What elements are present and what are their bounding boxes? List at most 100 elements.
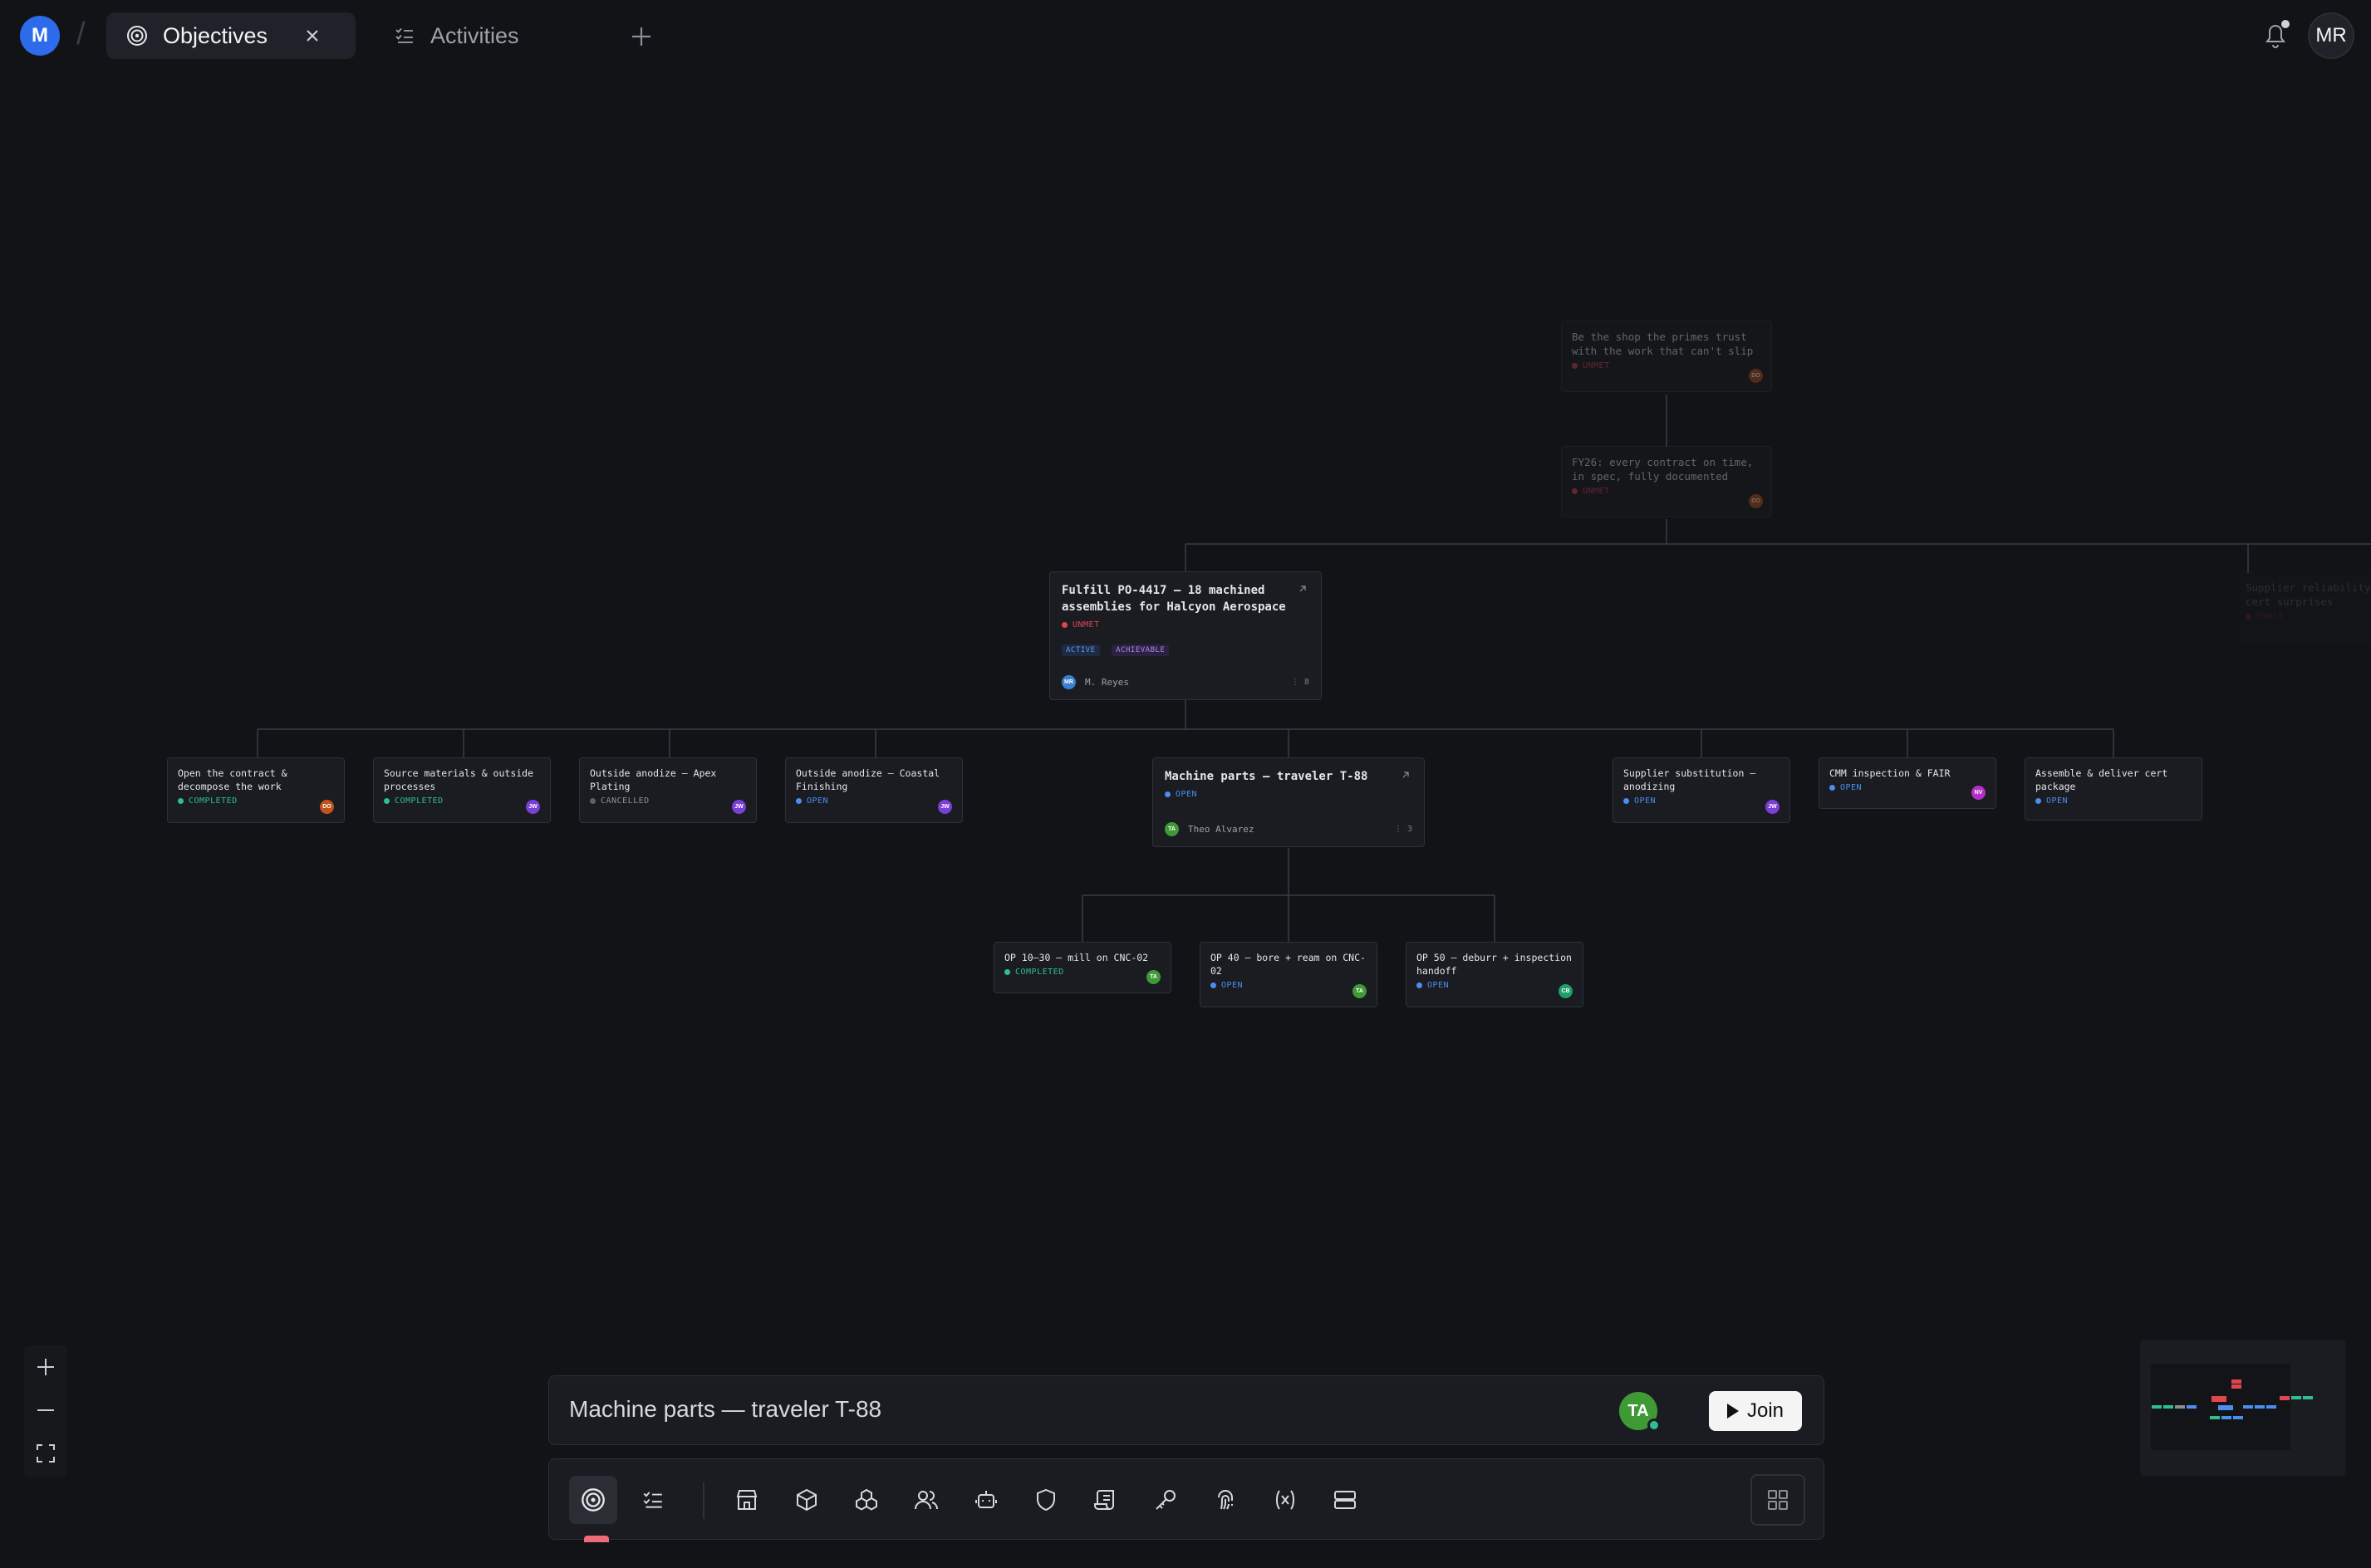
avatar: JW — [938, 800, 952, 814]
node-title: FY26: every contract on time, in spec, f… — [1572, 456, 1754, 483]
node-title: Fulfill PO-4417 — 18 machined assemblies… — [1062, 584, 1286, 614]
zoom-controls — [24, 1345, 67, 1477]
child-node[interactable]: Outside anodize — Apex Plating CANCELLED… — [579, 757, 757, 823]
op-node[interactable]: OP 40 — bore + ream on CNC-02 OPEN TA — [1200, 942, 1377, 1007]
fingerprint-icon — [1218, 1490, 1233, 1510]
package-icon — [797, 1488, 817, 1512]
scroll-icon — [1094, 1490, 1114, 1510]
avatar: JW — [732, 800, 746, 814]
child-count: ⋮ 8 — [1290, 678, 1309, 687]
toolbar-activities-button[interactable] — [629, 1476, 677, 1524]
node-title: OP 40 — bore + ream on CNC-02 — [1210, 952, 1366, 977]
node-title: Outside anodize — Coastal Finishing — [796, 767, 940, 792]
node-title: Machine parts — traveler T-88 — [1165, 770, 1368, 783]
status-badge: COMPLETED — [1015, 968, 1064, 977]
toolbar-separator — [703, 1482, 704, 1519]
grid-icon — [1768, 1490, 1788, 1510]
status-badge: UNMET — [1583, 487, 1610, 496]
status-badge: OPEN — [1176, 790, 1198, 799]
key-icon — [1156, 1490, 1176, 1510]
fullscreen-icon — [37, 1444, 55, 1463]
variable-icon — [1276, 1490, 1294, 1510]
avatar: DO — [1749, 494, 1763, 508]
avatar: JW — [1765, 800, 1779, 814]
status-badge: OPEN — [807, 796, 829, 806]
play-icon — [1726, 1404, 1739, 1419]
bottom-toolbar — [548, 1458, 1824, 1542]
traveler-node[interactable]: Machine parts — traveler T-88 OPEN TA Th… — [1152, 757, 1425, 847]
status-badge: CANCELLED — [601, 796, 650, 806]
node-title: Outside anodize — Apex Plating — [590, 767, 717, 792]
node-title: OP 50 — deburr + inspection handoff — [1416, 952, 1572, 977]
node-title: Supplier reliability — cert surprises — [2246, 581, 2371, 608]
status-badge: OPEN — [1634, 796, 1657, 806]
avatar: NV — [1971, 786, 1986, 800]
session-title: Machine parts — traveler T-88 — [569, 1396, 882, 1422]
toolbar-scroll-button[interactable] — [1082, 1476, 1130, 1524]
status-badge: OPEN — [1427, 981, 1450, 990]
users-icon — [915, 1491, 938, 1510]
minimap-nodes — [2152, 1379, 2313, 1419]
avatar: CB — [1559, 984, 1573, 998]
side-goal-node[interactable]: Supplier reliability — cert surprises UN… — [2235, 571, 2371, 643]
toolbar-cubes-button[interactable] — [842, 1476, 891, 1524]
toolbar-package-button[interactable] — [783, 1476, 831, 1524]
status-badge: COMPLETED — [189, 796, 238, 806]
toolbar-key-button[interactable] — [1141, 1476, 1190, 1524]
op-node[interactable]: OP 50 — deburr + inspection handoff OPEN… — [1406, 942, 1583, 1007]
zoom-in-button[interactable] — [24, 1345, 67, 1389]
minus-icon — [37, 1409, 54, 1411]
owner-avatar: TA — [1165, 822, 1179, 836]
node-title: Be the shop the primes trust with the wo… — [1572, 331, 1754, 357]
main-objective-node[interactable]: Fulfill PO-4417 — 18 machined assemblies… — [1049, 571, 1322, 700]
avatar: DO — [1749, 369, 1763, 383]
node-title: OP 10–30 — mill on CNC-02 — [1004, 952, 1149, 963]
toolbar-users-button[interactable] — [902, 1476, 950, 1524]
session-banner: Machine parts — traveler T-88 CB — [548, 1375, 1824, 1445]
checklist-icon — [643, 1492, 662, 1508]
status-badge: COMPLETED — [395, 796, 444, 806]
op-node[interactable]: OP 10–30 — mill on CNC-02 COMPLETED TA — [994, 942, 1171, 993]
vision-node[interactable]: Be the shop the primes trust with the wo… — [1561, 321, 1772, 392]
toolbar-shield-button[interactable] — [1022, 1476, 1070, 1524]
toolbar-server-button[interactable] — [1321, 1476, 1369, 1524]
status-badge: OPEN — [1840, 783, 1863, 792]
server-icon — [1334, 1491, 1356, 1509]
child-node[interactable]: Open the contract & decompose the work C… — [167, 757, 345, 823]
toolbar-objectives-button[interactable] — [569, 1476, 617, 1524]
node-title: CMM inspection & FAIR — [1829, 767, 1951, 779]
child-node[interactable]: Supplier substitution — anodizing OPEN J… — [1613, 757, 1790, 823]
plus-icon — [37, 1359, 54, 1375]
join-button[interactable]: Join — [1709, 1391, 1802, 1431]
avatar: TA — [1352, 984, 1367, 998]
avatar: TA — [1146, 970, 1161, 984]
goal-node[interactable]: FY26: every contract on time, in spec, f… — [1561, 446, 1772, 517]
child-count: ⋮ 3 — [1393, 825, 1412, 834]
tag-active: ACTIVE — [1062, 644, 1100, 656]
cubes-icon — [856, 1488, 877, 1511]
node-title: Supplier substitution — anodizing — [1623, 767, 1756, 792]
open-external-icon[interactable] — [1401, 770, 1411, 780]
target-icon — [582, 1488, 605, 1512]
toolbar-storefront-button[interactable] — [723, 1476, 771, 1524]
child-node[interactable]: Assemble & deliver cert package OPEN — [2025, 757, 2202, 821]
toolbar-robot-button[interactable] — [962, 1476, 1010, 1524]
zoom-out-button[interactable] — [24, 1389, 67, 1432]
join-label: Join — [1746, 1399, 1784, 1422]
status-badge: UNMET — [2256, 612, 2284, 621]
status-badge: OPEN — [1221, 981, 1244, 990]
child-node[interactable]: CMM inspection & FAIR OPEN NV — [1819, 757, 1996, 809]
node-title: Assemble & deliver cert package — [2035, 767, 2168, 792]
child-node[interactable]: Source materials & outside processes COM… — [373, 757, 551, 823]
owner-name: M. Reyes — [1085, 677, 1129, 688]
status-badge: OPEN — [2046, 796, 2069, 806]
fit-view-button[interactable] — [24, 1432, 67, 1475]
child-node[interactable]: Outside anodize — Coastal Finishing OPEN… — [785, 757, 963, 823]
toolbar-variable-button[interactable] — [1261, 1476, 1309, 1524]
status-badge: UNMET — [1073, 620, 1100, 630]
toolbar-grid-button[interactable] — [1750, 1474, 1805, 1526]
toolbar-fingerprint-button[interactable] — [1201, 1476, 1249, 1524]
storefront-icon — [736, 1490, 758, 1510]
online-indicator — [1647, 1419, 1661, 1432]
open-external-icon[interactable] — [1298, 584, 1308, 594]
